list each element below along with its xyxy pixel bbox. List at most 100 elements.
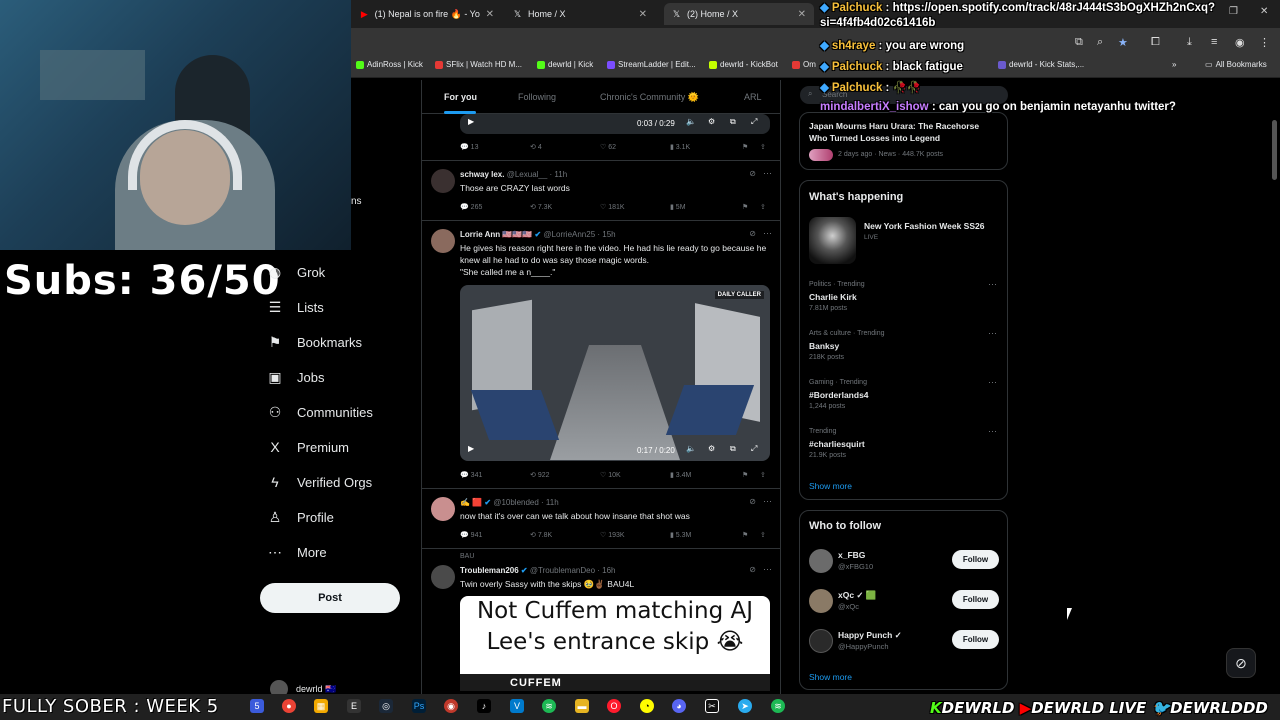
repost-button[interactable]: ⟲ 7.3K: [530, 203, 552, 211]
post-author[interactable]: Troubleman206 ✔ @TroublemanDeo · 16h: [460, 566, 616, 575]
grok-icon[interactable]: ⊘: [749, 169, 756, 178]
avatar[interactable]: [431, 169, 455, 193]
event-name[interactable]: New York Fashion Week SS26: [864, 221, 984, 231]
more-icon[interactable]: ⋯: [763, 496, 772, 507]
cast-icon[interactable]: ⧉: [1075, 36, 1083, 49]
spotify-icon[interactable]: ≋: [771, 699, 785, 713]
chrome-icon[interactable]: ●: [282, 699, 296, 713]
news-card[interactable]: Japan Mourns Haru Urara: The Racehorse W…: [799, 112, 1008, 170]
nav-item-grok[interactable]: ◍ Grok: [267, 262, 325, 282]
profile-icon[interactable]: ◉: [1235, 36, 1245, 49]
reply-button[interactable]: 💬 941: [460, 531, 482, 539]
close-icon[interactable]: ✕: [798, 9, 806, 20]
bookmark-item[interactable]: dewrld - Kick Stats,...: [998, 60, 1084, 69]
bookmark-item[interactable]: dewrld - KickBot: [709, 60, 778, 69]
more-icon[interactable]: ⋯: [988, 377, 997, 388]
opera-icon[interactable]: O: [607, 699, 621, 713]
like-button[interactable]: ♡ 62: [600, 143, 616, 151]
nav-item-bookmarks[interactable]: ⚑ Bookmarks: [267, 332, 362, 352]
views-count[interactable]: ▮ 5.3M: [670, 531, 691, 539]
pip-icon[interactable]: ⧉: [730, 444, 736, 454]
tab-arl[interactable]: ARL: [744, 92, 762, 102]
avatar[interactable]: [809, 549, 833, 573]
tiktok-icon[interactable]: ♪: [477, 699, 491, 713]
close-icon[interactable]: ✕: [486, 9, 494, 20]
scrollbar[interactable]: [1272, 120, 1277, 180]
share-icon[interactable]: ⇪: [760, 531, 766, 539]
capcut-icon[interactable]: ✂: [705, 699, 719, 713]
bookmark-icon[interactable]: ⚑: [742, 471, 748, 479]
bookmark-item[interactable]: Om: [792, 60, 816, 69]
settings-icon[interactable]: ⚙: [708, 444, 715, 453]
post-author[interactable]: schway lex. @Lexual__ · 11h: [460, 170, 567, 179]
user-name[interactable]: Happy Punch ✓: [838, 630, 902, 641]
video-player[interactable]: DAILY CALLER ▶ 0:17 / 0:20 🔈 ⚙ ⧉ ⤢: [460, 285, 770, 461]
grok-icon[interactable]: ⊘: [749, 497, 756, 506]
fullscreen-icon[interactable]: ⤢: [751, 117, 757, 127]
post-author[interactable]: Lorrie Ann 🇺🇸🇺🇸🇺🇸 ✔ @LorrieAnn25 · 15h: [460, 230, 616, 239]
nav-item-jobs[interactable]: ▣ Jobs: [267, 367, 324, 387]
nav-item-lists[interactable]: ☰ Lists: [267, 297, 324, 317]
play-icon[interactable]: ▶: [468, 117, 474, 126]
share-icon[interactable]: ⇪: [760, 471, 766, 479]
event-thumbnail[interactable]: [809, 217, 856, 264]
timeline[interactable]: For you Following Chronic's Community 🌞 …: [421, 80, 781, 695]
nav-item-profile[interactable]: ♙ Profile: [267, 507, 334, 527]
bookmark-item[interactable]: dewrld | Kick: [537, 60, 593, 69]
follow-button[interactable]: Follow: [952, 550, 999, 569]
all-bookmarks[interactable]: ▭ All Bookmarks: [1205, 60, 1267, 69]
restore-window-icon[interactable]: ❐: [1229, 6, 1238, 17]
bookmark-icon[interactable]: ⚑: [742, 143, 748, 151]
post[interactable]: BAU Troubleman206 ✔ @TroublemanDeo · 16h…: [422, 549, 780, 695]
bookmark-item[interactable]: SFlix | Watch HD M...: [435, 60, 522, 69]
more-icon[interactable]: ⋯: [988, 328, 997, 339]
browser-tab-x-1[interactable]: 𝕏 Home / X ✕: [505, 3, 655, 25]
user-name[interactable]: x_FBG: [838, 550, 865, 560]
more-icon[interactable]: ⋯: [988, 426, 997, 437]
zoom-icon[interactable]: ⌕: [1097, 36, 1103, 49]
pip-icon[interactable]: ⧉: [730, 117, 736, 127]
close-window-icon[interactable]: ✕: [1260, 6, 1268, 17]
more-icon[interactable]: ⋯: [988, 279, 997, 290]
views-count[interactable]: ▮ 5M: [670, 203, 686, 211]
repost-button[interactable]: ⟲ 4: [530, 143, 542, 151]
nav-item-verified-orgs[interactable]: ϟ Verified Orgs: [267, 472, 372, 492]
follow-button[interactable]: Follow: [952, 630, 999, 649]
snapchat-icon[interactable]: ◔: [640, 699, 654, 713]
show-more-link[interactable]: Show more: [809, 672, 852, 682]
post-image[interactable]: Not Cuffem matching AJ Lee's entrance sk…: [460, 596, 770, 691]
more-icon[interactable]: ⋯: [763, 228, 772, 239]
store-icon[interactable]: ▦: [314, 699, 328, 713]
post[interactable]: Lorrie Ann 🇺🇸🇺🇸🇺🇸 ✔ @LorrieAnn25 · 15h ⊘…: [422, 221, 780, 489]
nav-item-premium[interactable]: X Premium: [267, 437, 349, 457]
menu-icon[interactable]: ⋮: [1259, 36, 1270, 49]
post[interactable]: schway lex. @Lexual__ · 11h ⊘ ⋯ Those ar…: [422, 161, 780, 221]
repost-button[interactable]: ⟲ 922: [530, 471, 550, 479]
extensions-icon[interactable]: ⧠: [1151, 36, 1160, 49]
video-player[interactable]: ▶ 0:03 / 0:29 🔈 ⚙ ⧉ ⤢: [460, 114, 770, 134]
photoshop-icon[interactable]: Ps: [412, 699, 426, 713]
user-name[interactable]: xQc ✓ 🟩: [838, 590, 877, 601]
like-button[interactable]: ♡ 193K: [600, 531, 625, 539]
steam-icon[interactable]: ◎: [379, 699, 393, 713]
browser-tab-x-2[interactable]: 𝕏 (2) Home / X ✕: [664, 3, 814, 25]
chevron-right-icon[interactable]: »: [1172, 60, 1176, 69]
share-icon[interactable]: ⇪: [760, 203, 766, 211]
bookmark-item[interactable]: AdinRoss | Kick: [356, 60, 423, 69]
avatar[interactable]: [431, 229, 455, 253]
post[interactable]: ▶ 0:03 / 0:29 🔈 ⚙ ⧉ ⤢ 💬 13 ⟲ 4 ♡ 62 ▮ 3.…: [422, 114, 780, 161]
fullscreen-icon[interactable]: ⤢: [751, 444, 757, 454]
star-icon[interactable]: ★: [1118, 36, 1128, 49]
post-author[interactable]: ✍️ 🟥 ✔ @10blended · 11h: [460, 498, 559, 507]
app-icon[interactable]: 5: [250, 699, 264, 713]
grok-icon[interactable]: ⊘: [749, 229, 756, 238]
avatar[interactable]: [809, 629, 833, 653]
settings-icon[interactable]: ⚙: [708, 117, 715, 126]
media-icon[interactable]: ≡: [1211, 36, 1217, 48]
share-icon[interactable]: ⇪: [760, 143, 766, 151]
post-button[interactable]: Post: [260, 583, 400, 613]
repost-button[interactable]: ⟲ 7.8K: [530, 531, 552, 539]
follow-button[interactable]: Follow: [952, 590, 999, 609]
avatar[interactable]: [431, 565, 455, 589]
tab-following[interactable]: Following: [518, 92, 556, 102]
